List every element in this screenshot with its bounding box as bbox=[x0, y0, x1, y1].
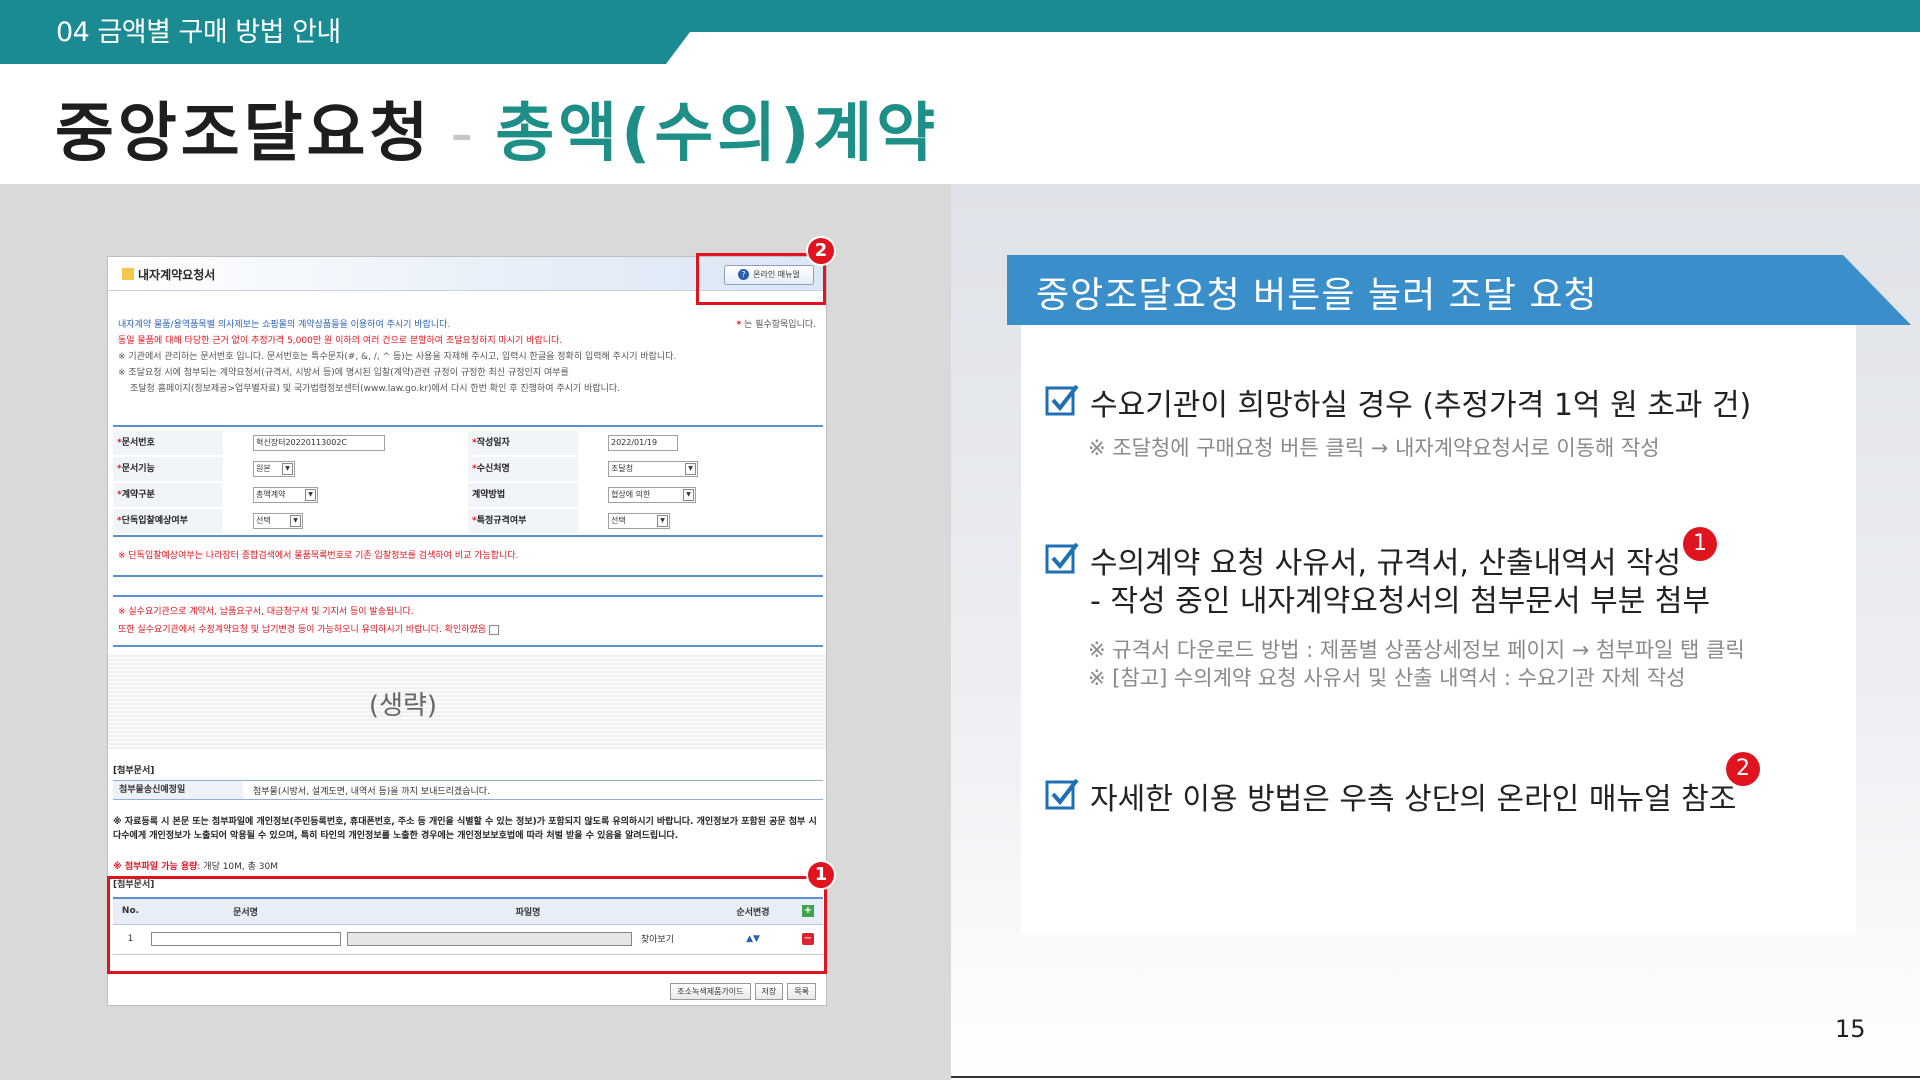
recipient-select[interactable]: 조달청 ▼ bbox=[608, 461, 698, 477]
pencil-icon bbox=[122, 268, 134, 280]
chevron-down-icon: ▼ bbox=[683, 489, 694, 501]
field-label: *계약구분 bbox=[113, 483, 223, 507]
notice-line: ※ 기관에서 관리하는 문서번호 입니다. 문서번호는 특수문자(#, &, /… bbox=[118, 352, 677, 362]
spec-select[interactable]: 선택 ▼ bbox=[608, 513, 670, 529]
chevron-down-icon: ▼ bbox=[305, 489, 316, 501]
item-3-text: 자세한 이용 방법은 우측 상단의 온라인 매뉴얼 참조 bbox=[1090, 782, 1737, 817]
item-1-text: 수요기관이 희망하실 경우 (추정가격 1억 원 초과 건) bbox=[1090, 388, 1752, 423]
date-input[interactable]: 2022/01/19 bbox=[608, 435, 678, 451]
field-label: *특정규격여부 bbox=[468, 509, 578, 533]
omitted-label: (생략) bbox=[368, 691, 438, 721]
privacy-warning: ※ 자료등록 시 본문 또는 첨부파일에 개인정보(주민등록번호, 휴대폰번호,… bbox=[113, 817, 817, 841]
item-2-text-2: - 작성 중인 내자계약요청서의 첨부문서 부분 첨부 bbox=[1090, 584, 1711, 619]
buyer-note: ※ 실수요기관으로 계약서, 납품요구서, 대금청구서 및 기지서 등이 발송됩… bbox=[118, 607, 414, 617]
checkbox-icon bbox=[1045, 542, 1079, 574]
attach-date-row: 첨부물송신예정일 첨부물(시방서, 설계도면, 내역서 등)을 까지 보내드리겠… bbox=[113, 780, 823, 800]
buyer-note-2: 또한 실수요기관에서 수정계약요청 및 납기변경 등이 가능하오니 유의하시기 … bbox=[118, 621, 499, 639]
single-bid-note: ※ 단독입찰예상여부는 나라장터 종합검색에서 물품목록번호로 기존 입찰정보를… bbox=[118, 551, 519, 561]
notice-line: 내자계약 물품/용역품목별 의사제보는 쇼핑몰의 계약상품들을 이용하여 주시기… bbox=[118, 320, 451, 330]
form-notice: 내자계약 물품/용역품목별 의사제보는 쇼핑몰의 계약상품들을 이용하여 주시기… bbox=[118, 317, 818, 397]
item-2-sub-1: ※ 규격서 다운로드 방법 : 제품별 상품상세정보 페이지 → 첨부파일 탭 … bbox=[1088, 638, 1745, 662]
title-dash: - bbox=[450, 97, 478, 171]
field-label: *작성일자 bbox=[468, 431, 578, 455]
chevron-down-icon: ▼ bbox=[657, 515, 668, 527]
title-main: 중앙조달요청 bbox=[55, 97, 433, 171]
form-buttons: 조소녹색제품가이드 저장 목록 bbox=[666, 983, 816, 1000]
badge-2: 2 bbox=[806, 236, 836, 266]
field-label: *수신처명 bbox=[468, 457, 578, 481]
divider bbox=[113, 645, 823, 647]
save-button[interactable]: 저장 bbox=[754, 983, 784, 1000]
contract-method-select[interactable]: 협상에 의한 ▼ bbox=[608, 487, 696, 503]
single-bid-select[interactable]: 선택 ▼ bbox=[253, 513, 303, 529]
divider bbox=[113, 575, 823, 577]
doc-function-select[interactable]: 원본 ▼ bbox=[253, 461, 295, 477]
attach-date-label: 첨부물송신예정일 bbox=[113, 781, 243, 799]
chevron-down-icon: ▼ bbox=[685, 463, 696, 475]
notice-line: 동일 물품에 대해 타당한 근거 없이 추정가격 5,000만 원 이하의 여러… bbox=[118, 336, 563, 346]
contract-type-select[interactable]: 총액계약 ▼ bbox=[253, 487, 318, 503]
section-label: 04 금액별 구매 방법 안내 bbox=[56, 17, 341, 48]
field-label: *단독입찰예상여부 bbox=[113, 509, 223, 533]
item-2-badge: 1 bbox=[1683, 527, 1717, 561]
item-1-sub: ※ 조달청에 구매요청 버튼 클릭 → 내자계약요청서로 이동해 작성 bbox=[1088, 436, 1660, 460]
item-3-badge: 2 bbox=[1726, 752, 1760, 786]
divider bbox=[113, 595, 823, 597]
badge-1: 1 bbox=[806, 860, 836, 890]
notice-line: 조달청 홈페이지(정보제공>업무별자료) 및 국가법령정보센터(www.law.… bbox=[130, 384, 621, 394]
attach-heading: [첨부문서] bbox=[113, 766, 155, 776]
notice-line: ※ 조달요청 시에 첨부되는 계약요청서(규격서, 시방서 등)에 명시된 입찰… bbox=[118, 368, 569, 378]
list-button[interactable]: 목록 bbox=[787, 983, 816, 1000]
page-title: 중앙조달요청 - 총액(수의)계약 bbox=[55, 82, 939, 174]
item-2-sub-2: ※ [참고] 수의계약 요청 사유서 및 산출 내역서 : 수요기관 자체 작성 bbox=[1088, 666, 1686, 690]
banner-text: 중앙조달요청 버튼을 눌러 조달 요청 bbox=[1036, 275, 1598, 316]
chevron-down-icon: ▼ bbox=[290, 515, 301, 527]
checkbox-icon bbox=[1045, 384, 1079, 416]
manual-highlight bbox=[696, 253, 826, 305]
divider bbox=[113, 425, 823, 427]
bottom-rule bbox=[951, 1076, 1920, 1078]
page-number: 15 bbox=[1835, 1015, 1866, 1043]
attach-date-text: 첨부물(시방서, 설계도면, 내역서 등)을 까지 보내드리겠습니다. bbox=[253, 787, 490, 797]
doc-number-input[interactable]: 혁신장터20220113002C bbox=[253, 435, 385, 451]
green-guide-button[interactable]: 조소녹색제품가이드 bbox=[670, 983, 751, 1000]
checkbox-icon bbox=[1045, 778, 1079, 810]
attachment-highlight bbox=[107, 876, 827, 974]
size-note: ※ 첨부파일 가능 용량: 개당 10M, 총 30M bbox=[113, 862, 279, 872]
field-label: *문서번호 bbox=[113, 431, 223, 455]
title-sub: 총액(수의)계약 bbox=[495, 97, 940, 171]
chevron-down-icon: ▼ bbox=[282, 463, 293, 475]
confirm-checkbox[interactable] bbox=[488, 624, 499, 635]
field-label: *문서기능 bbox=[113, 457, 223, 481]
field-label: 계약방법 bbox=[468, 483, 578, 507]
divider bbox=[113, 535, 823, 537]
form-title: 내자계약요청서 bbox=[122, 266, 215, 283]
